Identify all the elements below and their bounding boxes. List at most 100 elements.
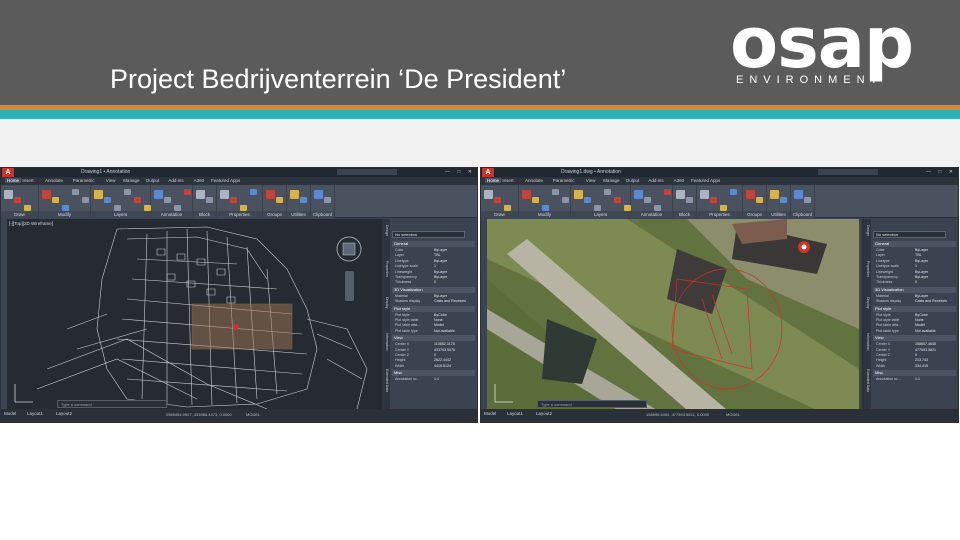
ribbon-tool-icon[interactable]	[124, 189, 131, 195]
property-row[interactable]: Lineweight ByLayer	[873, 270, 956, 275]
property-value[interactable]: Model	[915, 323, 925, 328]
selection-dropdown[interactable]: No selection	[392, 231, 465, 238]
ribbon-tool-icon[interactable]	[52, 197, 59, 203]
palette-tab-information[interactable]: Information	[864, 333, 870, 351]
property-row[interactable]: Center X 158607.4645	[873, 342, 956, 347]
property-value[interactable]: 158607.4645	[915, 342, 936, 347]
property-value[interactable]: None	[915, 318, 924, 323]
property-value[interactable]: ByLayer	[434, 275, 447, 280]
ribbon-tool-icon[interactable]	[730, 189, 737, 195]
ribbon-tool-icon[interactable]	[700, 190, 709, 199]
property-row[interactable]: Plot table atta... Model	[873, 323, 956, 328]
layout-tab-layout1[interactable]: Layout1	[507, 411, 523, 416]
ribbon-tool-icon[interactable]	[134, 197, 141, 203]
selection-dropdown[interactable]: No selection	[873, 231, 946, 238]
ribbon-tool-icon[interactable]	[144, 205, 151, 211]
property-value[interactable]: 1:1	[434, 377, 439, 382]
property-row[interactable]: Material ByLayer	[392, 294, 475, 299]
ribbon-tool-icon[interactable]	[504, 205, 511, 211]
drawing-viewport[interactable]: [-][Top][2D Wireframe] Type a command	[7, 219, 381, 410]
property-section-header[interactable]: Plot style	[392, 305, 475, 312]
property-row[interactable]: Linetype ByLayer	[873, 259, 956, 264]
ribbon-tool-icon[interactable]	[746, 190, 755, 199]
tab-output[interactable]: Output	[146, 178, 160, 183]
ribbon-tool-icon[interactable]	[574, 190, 583, 199]
property-value[interactable]: Model	[434, 323, 444, 328]
ribbon-tool-icon[interactable]	[62, 205, 69, 211]
layout-tab-model[interactable]: Model	[4, 411, 16, 416]
ribbon-tool-icon[interactable]	[594, 205, 601, 211]
tab-manage[interactable]: Manage	[603, 178, 619, 183]
ribbon-tool-icon[interactable]	[114, 205, 121, 211]
ribbon-tool-icon[interactable]	[484, 190, 493, 199]
property-row[interactable]: Center Y 477593.5821	[873, 348, 956, 353]
property-row[interactable]: Center Z 0	[392, 353, 475, 358]
property-row[interactable]: Annotation sc... 1:1	[392, 377, 475, 382]
property-value[interactable]: ByLayer	[915, 270, 928, 275]
ribbon-tool-icon[interactable]	[614, 197, 621, 203]
palette-tab-design[interactable]: Design	[383, 225, 389, 236]
ribbon-tool-icon[interactable]	[240, 205, 247, 211]
tab-home[interactable]: Home	[485, 178, 502, 183]
ribbon-tool-icon[interactable]	[720, 205, 727, 211]
ribbon-tool-icon[interactable]	[634, 190, 643, 199]
palette-tab-properties[interactable]: Properties	[864, 261, 870, 277]
ribbon-tool-icon[interactable]	[794, 190, 803, 199]
property-value[interactable]: ByLayer	[434, 270, 447, 275]
property-value[interactable]: 0	[434, 280, 436, 285]
ribbon-tool-icon[interactable]	[164, 197, 171, 203]
property-value[interactable]: 0	[915, 353, 917, 358]
property-row[interactable]: Plot style ByColor	[873, 313, 956, 318]
search-input[interactable]	[818, 169, 878, 175]
ribbon-tool-icon[interactable]	[654, 205, 661, 211]
property-value[interactable]: Casts and Receives	[434, 299, 466, 304]
property-value[interactable]: 2822.4442	[434, 358, 451, 363]
property-row[interactable]: Center X 110852.3178	[392, 342, 475, 347]
tab-add-ins[interactable]: Add-ins	[168, 178, 183, 183]
palette-tab-properties[interactable]: Properties	[383, 261, 389, 277]
property-value[interactable]: ByLayer	[915, 275, 928, 280]
tab-insert[interactable]: Insert	[502, 178, 513, 183]
property-row[interactable]: Plot table atta... Model	[392, 323, 475, 328]
property-row[interactable]: Lineweight ByLayer	[392, 270, 475, 275]
ribbon-tool-icon[interactable]	[532, 197, 539, 203]
property-section-header[interactable]: General	[392, 241, 475, 247]
ribbon-tool-icon[interactable]	[72, 189, 79, 195]
ribbon-tool-icon[interactable]	[710, 197, 717, 203]
property-row[interactable]: Color ByLayer	[873, 248, 956, 253]
tab-insert[interactable]: Insert	[22, 178, 33, 183]
ribbon-tool-icon[interactable]	[686, 197, 693, 203]
property-section-header[interactable]: 3D Visualization	[392, 286, 475, 293]
ribbon-tool-icon[interactable]	[14, 197, 21, 203]
ribbon-tool-icon[interactable]	[780, 197, 787, 203]
property-value[interactable]: Not available	[434, 329, 455, 334]
ribbon-tool-icon[interactable]	[104, 197, 111, 203]
property-row[interactable]: Linetype scale 1	[392, 264, 475, 269]
property-section-header[interactable]: General	[873, 241, 956, 247]
property-value[interactable]: 110852.3178	[434, 342, 455, 347]
ribbon-tool-icon[interactable]	[644, 197, 651, 203]
property-section-header[interactable]: Misc	[392, 370, 475, 377]
property-value[interactable]: 1	[915, 264, 917, 269]
property-row[interactable]: Plot style table None	[873, 318, 956, 323]
ribbon-tool-icon[interactable]	[266, 190, 275, 199]
ribbon-tool-icon[interactable]	[542, 205, 549, 211]
property-value[interactable]: 1:1	[915, 377, 920, 382]
property-row[interactable]: Shadow display Casts and Receives	[873, 299, 956, 304]
property-value[interactable]: 1	[434, 264, 436, 269]
ribbon-tool-icon[interactable]	[220, 190, 229, 199]
property-value[interactable]: 4415.5124	[434, 364, 451, 369]
property-value[interactable]: TBL	[434, 253, 441, 258]
property-row[interactable]: Height 2822.4442	[392, 358, 475, 363]
property-value[interactable]: 0	[915, 280, 917, 285]
ribbon-tool-icon[interactable]	[42, 190, 51, 199]
command-line[interactable]: Type a command	[57, 400, 167, 408]
property-row[interactable]: Width 4415.5124	[392, 364, 475, 369]
property-section-header[interactable]: Plot style	[873, 305, 956, 312]
tab-parametric[interactable]: Parametric	[553, 178, 575, 183]
property-value[interactable]: ByLayer	[434, 294, 447, 299]
property-row[interactable]: Width 334.415	[873, 364, 956, 369]
palette-tab-extended-data[interactable]: Extended Data	[864, 369, 870, 392]
property-row[interactable]: Linetype scale 1	[873, 264, 956, 269]
palette-tab-display[interactable]: Display	[864, 297, 870, 308]
